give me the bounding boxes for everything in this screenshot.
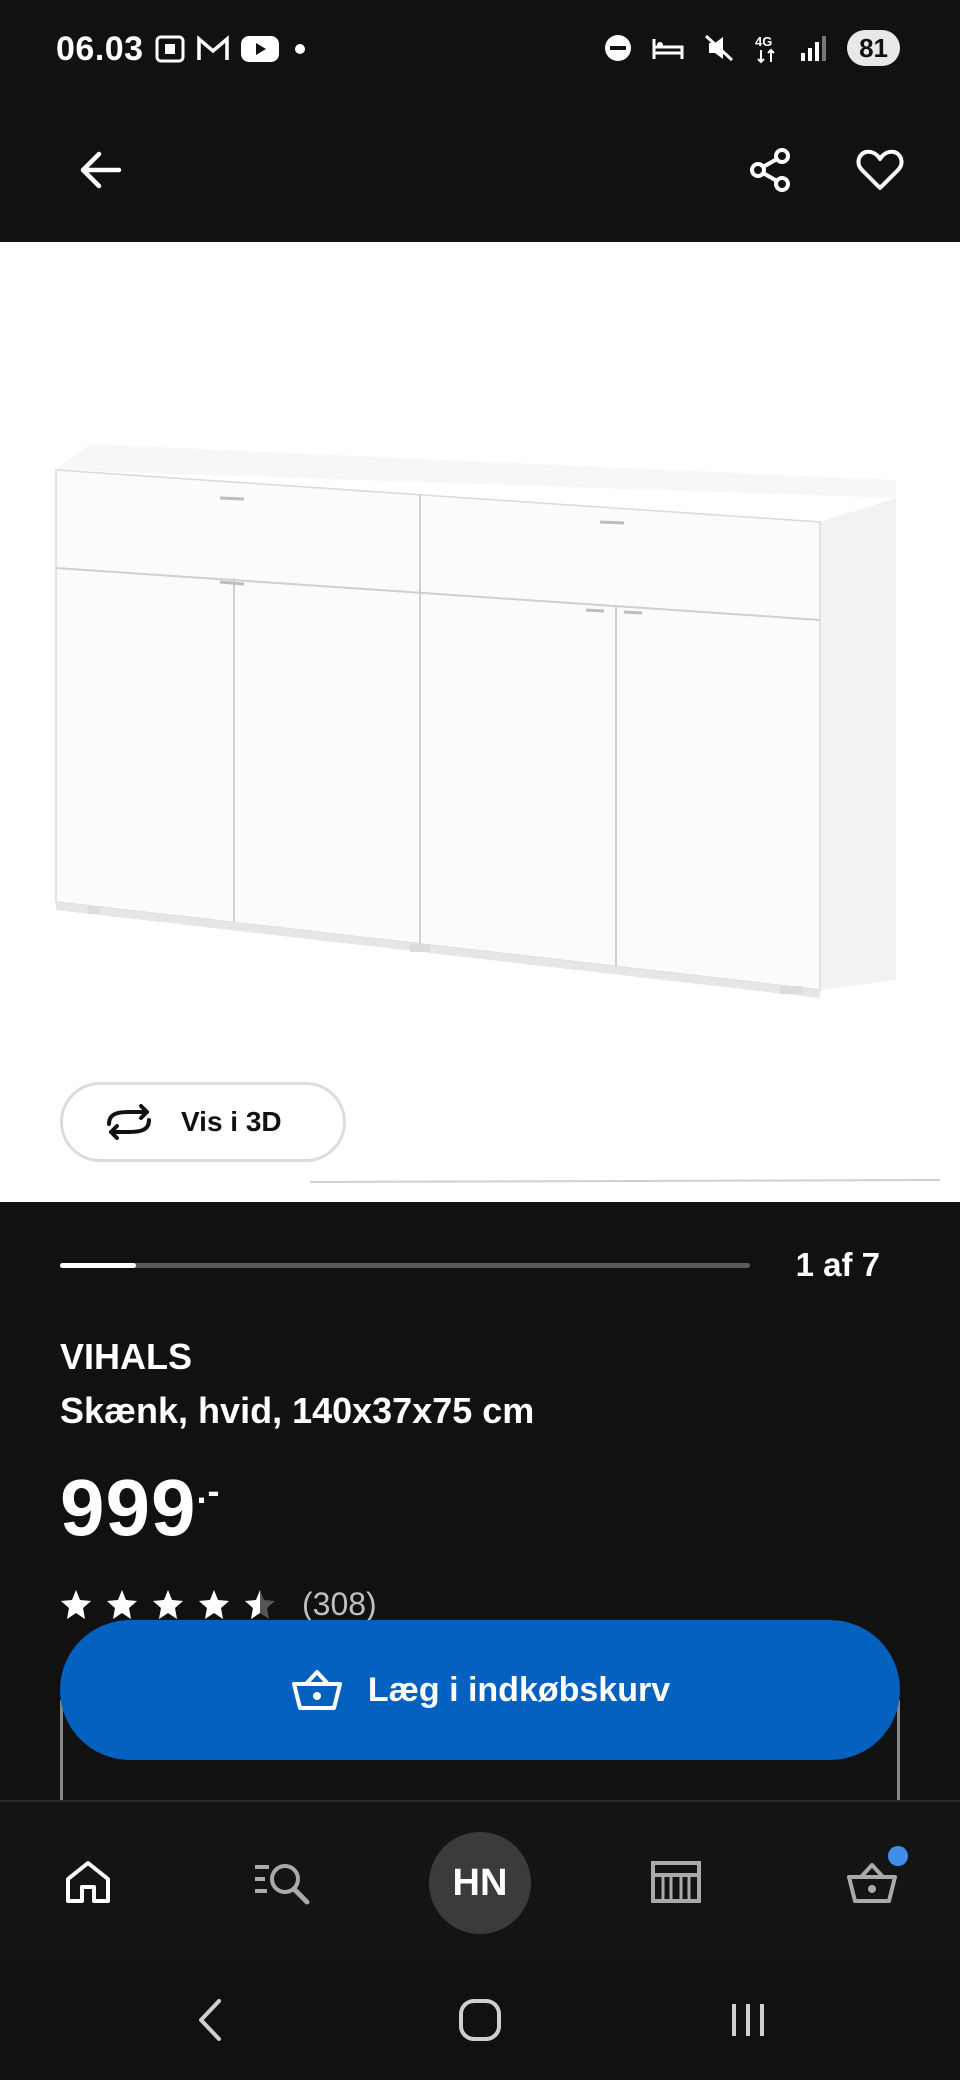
add-to-cart-button[interactable]: Læg i indkøbskurv xyxy=(60,1620,900,1760)
cart-notification-dot xyxy=(888,1846,908,1866)
system-home-button[interactable] xyxy=(440,1980,520,2060)
nav-search[interactable] xyxy=(242,1842,322,1922)
gallery-progress-bar xyxy=(60,1263,750,1268)
product-rating[interactable]: (308) xyxy=(60,1586,377,1623)
cart-icon xyxy=(847,1863,897,1903)
product-brand: VIHALS xyxy=(60,1336,193,1377)
star-icon xyxy=(245,1590,275,1619)
basket-icon xyxy=(291,1670,342,1710)
share-icon xyxy=(750,148,790,192)
gallery-progress-fill xyxy=(60,1263,136,1268)
view-3d-button[interactable]: Vis i 3D xyxy=(60,1082,346,1162)
gallery-page-counter: 1 af 7 xyxy=(795,1246,880,1283)
dot-icon xyxy=(295,44,305,54)
svg-text:4G: 4G xyxy=(755,34,772,49)
bottom-navigation: HN xyxy=(0,1800,960,1960)
home-icon xyxy=(66,1861,110,1903)
home-circle-icon xyxy=(459,1999,501,2041)
battery-indicator: 81 xyxy=(847,30,900,66)
signal-icon xyxy=(801,36,827,61)
back-button[interactable] xyxy=(60,130,140,210)
app-header xyxy=(0,100,960,242)
product-price: 999.- xyxy=(60,1462,220,1554)
favorite-button[interactable] xyxy=(840,130,920,210)
system-navigation xyxy=(0,1960,960,2080)
star-icon xyxy=(199,1590,229,1619)
rating-count: (308) xyxy=(302,1586,377,1622)
star-icon xyxy=(61,1590,91,1619)
chevron-left-icon xyxy=(199,1999,221,2041)
rating-stars xyxy=(60,1589,276,1620)
search-icon xyxy=(255,1864,310,1905)
gmail-icon xyxy=(197,35,229,60)
share-button[interactable] xyxy=(730,130,810,210)
store-icon xyxy=(651,1861,701,1903)
sleep-mode-icon xyxy=(652,39,684,59)
screenshot-icon xyxy=(155,35,185,63)
heart-icon xyxy=(856,149,904,190)
mute-icon xyxy=(705,34,734,62)
status-notification-icons xyxy=(154,34,310,64)
status-bar: 06.03 4G 81 xyxy=(0,0,960,100)
product-image xyxy=(55,444,941,1183)
system-recents-button[interactable] xyxy=(708,1980,788,2060)
star-icon xyxy=(107,1590,137,1619)
price-suffix: .- xyxy=(196,1470,221,1511)
nav-store[interactable] xyxy=(636,1842,716,1922)
nav-cart[interactable] xyxy=(832,1842,912,1922)
product-description: Skænk, hvid, 140x37x75 cm xyxy=(60,1390,535,1431)
add-to-cart-label: Læg i indkøbskurv xyxy=(367,1670,671,1709)
arrow-left-icon xyxy=(80,151,122,189)
star-icon xyxy=(153,1590,183,1619)
avatar[interactable]: HN xyxy=(429,1832,531,1934)
status-system-icons: 4G 81 xyxy=(603,30,900,66)
price-value: 999 xyxy=(60,1463,197,1552)
status-time: 06.03 xyxy=(56,30,144,68)
product-image-gallery[interactable]: Vis i 3D xyxy=(0,242,960,1202)
system-back-button[interactable] xyxy=(170,1980,250,2060)
view-3d-label: Vis i 3D xyxy=(181,1106,282,1137)
nav-home[interactable] xyxy=(48,1842,128,1922)
youtube-icon xyxy=(241,36,279,62)
do-not-disturb-icon xyxy=(605,35,632,61)
rotate-3d-icon xyxy=(107,1104,151,1140)
network-4g-icon: 4G xyxy=(755,34,775,64)
recents-icon xyxy=(732,2004,764,2036)
